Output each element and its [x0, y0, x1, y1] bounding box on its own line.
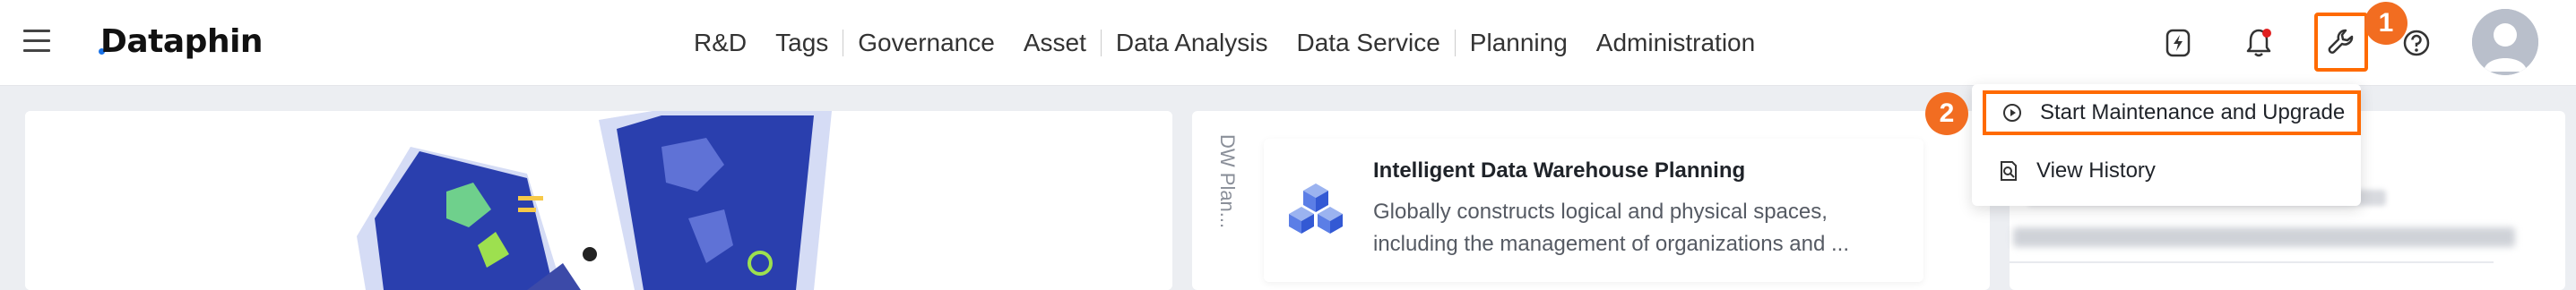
nav-item-asset[interactable]: Asset: [1009, 25, 1101, 61]
nav-item-data-analysis[interactable]: Data Analysis: [1102, 25, 1283, 61]
nav-item-rd[interactable]: R&D: [679, 25, 761, 61]
dataphin-logo[interactable]: Dataphin: [100, 23, 264, 60]
cubes-icon: [1289, 183, 1343, 234]
notification-dot: [2262, 29, 2271, 38]
view-history-item[interactable]: View History: [1983, 149, 2361, 193]
blurred-text: [2013, 227, 2515, 247]
start-maintenance-upgrade-item[interactable]: Start Maintenance and Upgrade: [1983, 90, 2361, 135]
avatar[interactable]: [2472, 9, 2538, 75]
card-title: Intelligent Data Warehouse Planning: [1373, 158, 1746, 183]
nav-item-data-service[interactable]: Data Service: [1283, 25, 1455, 61]
document-search-icon: [1997, 159, 2020, 183]
nav-item-planning[interactable]: Planning: [1456, 25, 1582, 61]
lightning-icon[interactable]: [2155, 20, 2201, 66]
hero-illustration: [25, 111, 1172, 290]
side-tab-dw-planning[interactable]: DW Plan...: [1212, 134, 1239, 277]
maintenance-dropdown-menu: Start Maintenance and Upgrade View Histo…: [1972, 84, 2361, 206]
card-description: Globally constructs logical and physical…: [1373, 200, 1850, 256]
main-nav: R&D Tags Governance Asset Data Analysis …: [679, 25, 1769, 61]
nav-item-tags[interactable]: Tags: [761, 25, 843, 61]
divider: [2010, 261, 2494, 263]
wrench-icon[interactable]: [2314, 13, 2368, 72]
top-navigation-bar: Dataphin R&D Tags Governance Asset Data …: [0, 0, 2576, 86]
menu-item-label: View History: [2036, 158, 2156, 183]
annotation-badge-2: 2: [1925, 92, 1968, 135]
play-circle-icon: [2001, 101, 2024, 124]
nav-item-governance[interactable]: Governance: [843, 25, 1009, 61]
intelligent-dw-planning-card[interactable]: Intelligent Data Warehouse Planning Glob…: [1264, 139, 1923, 282]
menu-icon[interactable]: [23, 30, 50, 53]
menu-item-label: Start Maintenance and Upgrade: [2040, 100, 2346, 124]
nav-item-administration[interactable]: Administration: [1582, 25, 1769, 61]
bell-icon[interactable]: [2235, 20, 2282, 66]
annotation-badge-1: 1: [2364, 2, 2407, 45]
